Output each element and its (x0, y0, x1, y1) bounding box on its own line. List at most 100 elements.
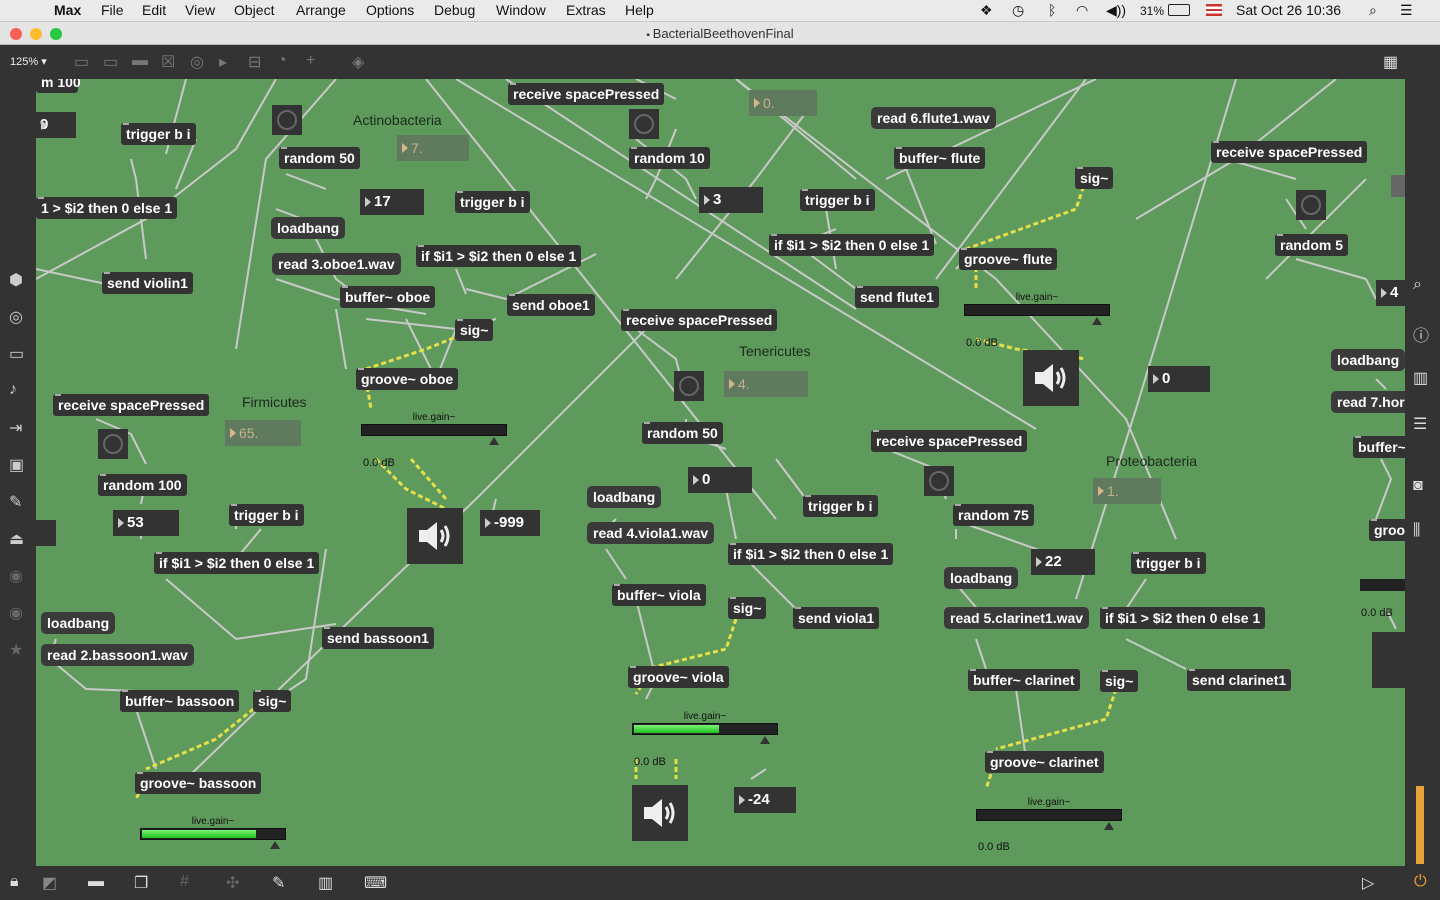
speaker-icon[interactable] (632, 785, 688, 841)
menu-app[interactable]: Max (54, 2, 81, 18)
info-icon[interactable]: ⓘ (1413, 322, 1429, 346)
minimize-button[interactable] (30, 28, 42, 40)
read-message[interactable]: read 2.bassoon1.wav (41, 644, 194, 666)
trigger-object[interactable]: trigger b i (800, 189, 875, 211)
loadbang-message[interactable]: loadbang (41, 612, 116, 634)
float-box[interactable]: 65. (225, 420, 301, 446)
loadbang-message[interactable]: loadbang (271, 217, 346, 239)
send-object[interactable]: send oboe1 (507, 294, 595, 316)
menu-file[interactable]: File (101, 2, 124, 18)
zoom-menu[interactable]: 125% ▾ (10, 55, 47, 68)
if-expression-object[interactable]: if $i1 > $i2 then 0 else 1 (416, 245, 582, 267)
speaker-icon[interactable] (407, 508, 463, 564)
trigger-object[interactable]: trigger b i (1131, 552, 1206, 574)
toolbar-number-icon[interactable]: ▸ (219, 52, 227, 72)
random-object[interactable]: random 75 (953, 504, 1034, 526)
trigger-object[interactable]: trigger b i (455, 191, 530, 213)
if-expression-object[interactable]: 1 > $i2 then 0 else 1 (36, 197, 178, 219)
groove-object[interactable]: groove~ bassoon (135, 772, 262, 794)
bang-button[interactable] (98, 429, 128, 459)
speaker-icon[interactable] (1372, 632, 1405, 688)
groove-object[interactable]: groove~ flute (959, 248, 1058, 270)
star-icon[interactable]: ★ (9, 640, 23, 660)
gain-handle[interactable] (489, 437, 499, 445)
random-object[interactable]: random 50 (279, 147, 360, 169)
step-icon[interactable]: ⇥ (9, 418, 22, 438)
receive-object[interactable]: receive spacePressed (871, 430, 1028, 452)
buffer-object[interactable]: buffer~ oboe (340, 286, 436, 308)
grid-icon[interactable]: ▦ (1383, 52, 1398, 72)
read-message[interactable]: read 4.viola1.wav (587, 522, 715, 544)
bang-button[interactable] (674, 371, 704, 401)
live-gain-slider[interactable]: live.gain~ (976, 797, 1122, 831)
trigger-object[interactable]: trigger b i (803, 495, 878, 517)
image-icon[interactable]: ▣ (9, 455, 24, 475)
gain-handle[interactable] (1092, 317, 1102, 325)
battery-icon[interactable] (1168, 4, 1190, 16)
book-icon[interactable]: ▥ (1413, 368, 1428, 388)
sig-object[interactable]: sig~ (1100, 670, 1139, 692)
lock-icon[interactable]: 🔒︎ (10, 873, 19, 891)
random-object[interactable]: random 50 (642, 422, 723, 444)
number-box[interactable]: 17 (360, 189, 424, 215)
number-box[interactable]: -24 (734, 787, 796, 813)
camera-icon[interactable]: ◙ (1413, 477, 1423, 495)
number-box[interactable]: 53 (113, 510, 179, 536)
target-icon[interactable]: ◎ (9, 307, 23, 327)
buffer-object[interactable]: buffer~ clarinet (968, 669, 1080, 691)
wrench-icon[interactable]: ✎ (272, 873, 285, 893)
time-machine-icon[interactable]: ◷ (1012, 2, 1024, 19)
presentation-icon[interactable]: ▭ (9, 344, 24, 364)
gain-handle[interactable] (760, 736, 770, 744)
random-object[interactable]: random 10 (629, 147, 710, 169)
live-gain-slider[interactable]: live.gain~ (632, 711, 778, 745)
trigger-object[interactable]: trigger b i (121, 123, 196, 145)
bang-button[interactable] (924, 466, 954, 496)
comment-bubble-icon[interactable]: ▬ (88, 873, 104, 891)
presentation-mode-icon[interactable]: ◩ (42, 873, 57, 893)
music-note-icon[interactable]: ♪ (9, 381, 17, 399)
toolbar-dial-icon[interactable]: ◔ (277, 52, 287, 70)
circle-v-icon[interactable]: ◉ (9, 566, 23, 586)
number-box[interactable]: 4 (1376, 280, 1405, 306)
toolbar-button-icon[interactable]: ◎ (190, 52, 204, 72)
send-object[interactable]: send bassoon1 (322, 627, 434, 649)
volume-icon[interactable]: ◀)) (1106, 2, 1126, 19)
keyboard-icon[interactable]: ⌨ (364, 873, 387, 893)
search-icon[interactable]: ⌕ (1369, 2, 1377, 19)
live-gain-slider[interactable]: live.gain~ (140, 816, 286, 850)
play-icon[interactable]: ▷ (1362, 873, 1374, 893)
random-object[interactable]: random 100 (98, 474, 187, 496)
float-box[interactable]: 0. (749, 90, 817, 116)
toolbar-comment-icon[interactable]: ▬ (132, 52, 148, 70)
number-box[interactable]: 0 (1148, 366, 1210, 392)
plug-icon[interactable]: ⏏ (9, 529, 24, 549)
speaker-icon[interactable] (1023, 350, 1079, 406)
groove-object[interactable]: groove~ oboe (356, 368, 459, 390)
sig-object[interactable]: sig~ (253, 690, 292, 712)
random-object[interactable]: random 5 (1275, 234, 1349, 256)
if-expression-object[interactable]: if $i1 > $i2 then 0 else 1 (769, 234, 935, 256)
number-box[interactable]: -999 (480, 510, 540, 536)
groove-object[interactable]: groo (1369, 519, 1405, 541)
paperclip-icon[interactable]: ✎ (9, 492, 22, 512)
trigger-object[interactable]: trigger b i (229, 504, 304, 526)
buffer-object[interactable]: buffer~ viola (612, 584, 706, 606)
dropbox-icon[interactable]: ❖ (980, 2, 993, 19)
buffer-object[interactable]: buffer~ bassoon (120, 690, 240, 712)
debug-icon[interactable]: ✣ (226, 873, 239, 893)
read-message[interactable]: read 6.flute1.wav (871, 107, 996, 129)
clock[interactable]: Sat Oct 26 10:36 (1236, 2, 1341, 18)
menu-edit[interactable]: Edit (142, 2, 166, 18)
receive-object[interactable]: receive spacePressed (621, 309, 778, 331)
menu-help[interactable]: Help (625, 2, 654, 18)
piano-icon[interactable]: ▥ (318, 873, 333, 893)
loadbang-message[interactable]: loadbang (944, 567, 1019, 589)
menu-options[interactable]: Options (366, 2, 414, 18)
mixer-icon[interactable]: ⫼ (1413, 522, 1420, 540)
toolbar-slider-icon[interactable]: ⊟ (248, 52, 261, 72)
buffer-object[interactable]: buffer~ (1353, 436, 1405, 458)
wifi-icon[interactable]: ◠ (1076, 2, 1088, 19)
receive-object[interactable]: receive spacePressed (53, 394, 210, 416)
groove-object[interactable]: groove~ clarinet (985, 751, 1104, 773)
